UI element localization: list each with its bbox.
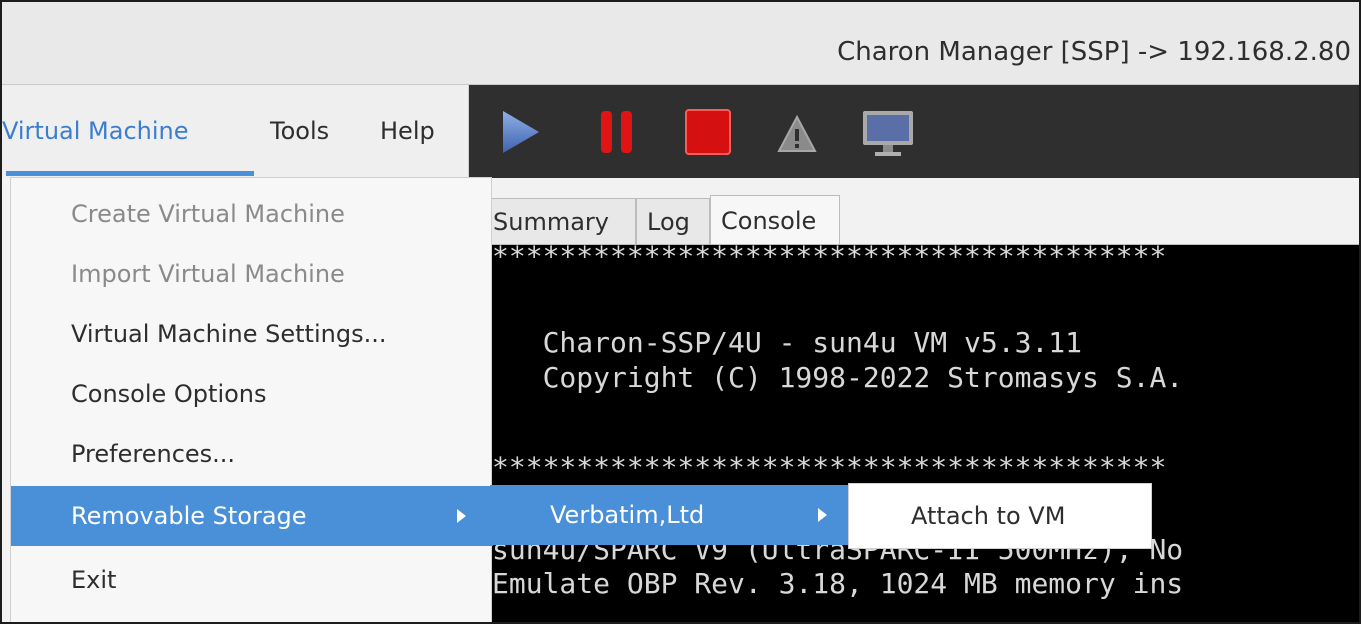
- title-bar: Charon Manager [SSP] -> 192.168.2.80: [2, 2, 1359, 85]
- tab-bar: Summary Log Console: [482, 195, 1359, 245]
- toolbar: [469, 85, 1359, 178]
- removable-storage-submenu: Verbatim,Ltd: [490, 485, 848, 545]
- menu-tools[interactable]: Tools: [270, 85, 329, 178]
- tab-log[interactable]: Log: [636, 198, 710, 244]
- menu-help[interactable]: Help: [380, 85, 435, 178]
- submenu-item-label: Verbatim,Ltd: [550, 501, 705, 529]
- warning-icon[interactable]: [777, 109, 817, 155]
- menu-item-exit[interactable]: Exit: [11, 550, 493, 610]
- console-line: ****************************************: [492, 451, 1167, 484]
- pause-icon[interactable]: [599, 109, 635, 155]
- console-line: Emulate OBP Rev. 3.18, 1024 MB memory in…: [492, 567, 1184, 600]
- active-menu-underline: [6, 171, 254, 176]
- menu-item-preferences[interactable]: Preferences...: [11, 424, 493, 484]
- monitor-icon[interactable]: [861, 109, 915, 159]
- virtual-machine-menu: Create Virtual Machine Import Virtual Ma…: [10, 177, 493, 622]
- menu-item-import-vm[interactable]: Import Virtual Machine: [11, 244, 493, 304]
- tab-summary[interactable]: Summary: [482, 198, 636, 244]
- menu-item-vm-settings[interactable]: Virtual Machine Settings...: [11, 304, 493, 364]
- submenu-arrow-icon: [457, 509, 466, 523]
- play-icon[interactable]: [501, 109, 541, 155]
- submenu-item-label: Attach to VM: [911, 502, 1066, 530]
- console-line: Charon-SSP/4U - sun4u VM v5.3.11: [492, 326, 1083, 359]
- device-submenu: Attach to VM: [848, 483, 1152, 549]
- tab-console[interactable]: Console: [710, 195, 840, 244]
- console-line: ****************************************: [492, 245, 1167, 273]
- menu-bar: Virtual Machine Tools Help: [2, 85, 469, 178]
- menu-item-label: Create Virtual Machine: [71, 200, 345, 228]
- submenu-item-attach-to-vm[interactable]: Attach to VM: [849, 486, 1151, 546]
- menu-item-label: Virtual Machine Settings...: [71, 320, 387, 348]
- menu-virtual-machine[interactable]: Virtual Machine: [2, 85, 189, 178]
- menu-item-label: Preferences...: [71, 440, 236, 468]
- console-output[interactable]: ****************************************…: [492, 245, 1359, 622]
- menu-item-console-options[interactable]: Console Options: [11, 364, 493, 424]
- submenu-arrow-icon: [818, 508, 827, 522]
- window-title: Charon Manager [SSP] -> 192.168.2.80: [837, 37, 1351, 67]
- app-window: Charon Manager [SSP] -> 192.168.2.80 Vir…: [0, 0, 1361, 624]
- menu-item-create-vm[interactable]: Create Virtual Machine: [11, 184, 493, 244]
- menu-item-label: Removable Storage: [71, 502, 307, 530]
- menu-item-removable-storage[interactable]: Removable Storage: [11, 486, 493, 546]
- menu-item-label: Console Options: [71, 380, 267, 408]
- main-content: Summary Log Console ********************…: [482, 178, 1359, 622]
- menu-item-label: Exit: [71, 566, 117, 594]
- menu-item-label: Import Virtual Machine: [71, 260, 345, 288]
- console-line: Copyright (C) 1998-2022 Stromasys S.A.: [492, 361, 1184, 394]
- stop-icon[interactable]: [685, 109, 731, 155]
- submenu-item-verbatim[interactable]: Verbatim,Ltd: [490, 485, 848, 545]
